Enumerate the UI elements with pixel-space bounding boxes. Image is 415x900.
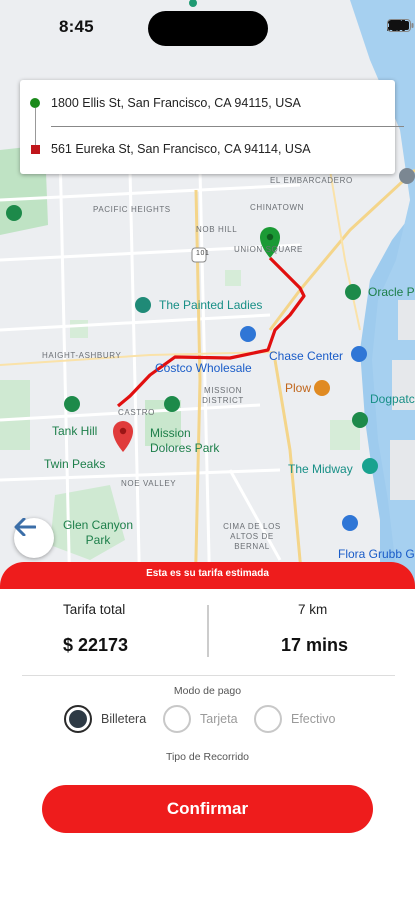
map-label: EL EMBARCADERO	[270, 176, 353, 185]
poi-label[interactable]: Oracle Pa	[368, 285, 415, 299]
map-label: CHINATOWN	[250, 203, 304, 212]
distance-value: 7 km	[298, 602, 328, 617]
poi-label[interactable]: The Painted Ladies	[159, 298, 262, 312]
origin-row[interactable]: 1800 Ellis St, San Francisco, CA 94115, …	[20, 88, 395, 118]
payment-title: Modo de pago	[173, 685, 242, 697]
poi-label[interactable]: Flora Grubb G	[338, 547, 415, 561]
estimate-banner: Esta es su tarifa estimada	[0, 562, 415, 589]
duration-value: 17 mins	[281, 635, 349, 655]
poi-label[interactable]: Costco Wholesale	[155, 361, 252, 375]
payment-option-card[interactable]: Tarjeta	[163, 705, 238, 733]
map-label: MISSION DISTRICT	[202, 386, 244, 405]
radio-selected-icon[interactable]	[64, 705, 92, 733]
confirm-label: Confirmar	[166, 799, 249, 818]
map-label: CIMA DE LOS ALTOS DE BERNAL	[223, 522, 281, 551]
dynamic-island	[148, 11, 268, 46]
banner-text: Esta es su tarifa estimada	[146, 568, 269, 579]
poi-label[interactable]: Plow	[285, 381, 311, 395]
status-bar: 8:45	[0, 0, 415, 56]
section-divider	[22, 675, 395, 676]
route-card[interactable]: 1800 Ellis St, San Francisco, CA 94115, …	[20, 80, 404, 174]
poi-label[interactable]: Dogpatch Bo	[370, 392, 415, 406]
map-view[interactable]: 101 EL EMBARCADERO PACIFIC HEIGHTS CHINA…	[0, 0, 415, 600]
back-arrow-icon	[14, 518, 36, 536]
radio-icon[interactable]	[163, 705, 191, 733]
fare-sheet: Esta es su tarifa estimada Tarifa total …	[0, 562, 415, 900]
map-label: PACIFIC HEIGHTS	[93, 205, 171, 214]
poi-label[interactable]: Chase Center	[269, 349, 343, 363]
poi-label[interactable]: Tank Hill	[52, 424, 97, 438]
payment-label: Efectivo	[291, 712, 336, 726]
highway-label: 101	[196, 250, 210, 257]
address-divider	[51, 126, 404, 127]
payment-option-wallet[interactable]: Billetera	[64, 705, 146, 733]
fare-label: Tarifa total	[63, 602, 126, 617]
payment-label: Billetera	[101, 712, 147, 726]
destination-address: 561 Eureka St, San Francisco, CA 94114, …	[51, 142, 311, 156]
map-label: HAIGHT-ASHBURY	[42, 351, 122, 360]
map-label: UNION SQUARE	[234, 245, 303, 254]
poi-label[interactable]: Twin Peaks	[44, 457, 105, 471]
destination-pin-icon	[113, 421, 133, 452]
route-line	[116, 256, 306, 408]
origin-dot-icon	[30, 98, 40, 108]
battery-icon	[387, 19, 414, 32]
status-time: 8:45	[59, 17, 94, 36]
trip-type-title: Tipo de Recorrido	[165, 751, 250, 763]
payment-label: Tarjeta	[200, 712, 238, 726]
poi-label[interactable]: Glen Canyon Park	[58, 518, 138, 548]
confirm-button[interactable]: Confirmar	[42, 785, 373, 833]
map-label: NOB HILL	[196, 225, 238, 234]
poi-label[interactable]: The Midway	[288, 462, 353, 476]
destination-row[interactable]: 561 Eureka St, San Francisco, CA 94114, …	[20, 134, 395, 164]
map-label: NOE VALLEY	[121, 479, 177, 488]
destination-square-icon	[31, 144, 40, 154]
column-divider	[207, 605, 209, 657]
poi-label[interactable]: Mission Dolores Park	[150, 426, 220, 456]
back-button[interactable]	[14, 518, 54, 558]
payment-option-cash[interactable]: Efectivo	[254, 705, 335, 733]
fare-value: $ 22173	[63, 635, 129, 655]
origin-address: 1800 Ellis St, San Francisco, CA 94115, …	[51, 96, 301, 110]
fare-panel: Tarifa total $ 22173 7 km 17 mins Modo d…	[0, 589, 415, 900]
radio-icon[interactable]	[254, 705, 282, 733]
map-label: CASTRO	[118, 408, 155, 417]
